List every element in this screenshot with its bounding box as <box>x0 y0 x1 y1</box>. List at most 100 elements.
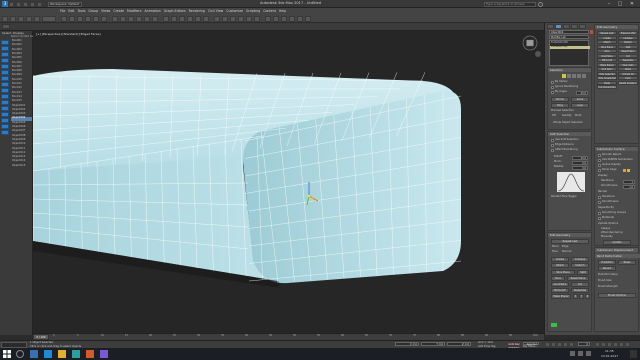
edge-distance-checkbox[interactable] <box>551 144 554 147</box>
selection-filter-icon[interactable] <box>42 15 56 22</box>
ribbon-toggle-icon[interactable] <box>2 24 10 29</box>
a360-cloud-icon[interactable] <box>305 15 311 22</box>
create-tab-icon[interactable] <box>547 24 554 29</box>
pan-icon[interactable] <box>613 342 618 347</box>
border-mode-icon[interactable] <box>572 74 576 78</box>
full-interactivity-button[interactable]: Full Interactivity <box>597 85 617 89</box>
notifications-icon[interactable] <box>630 350 637 358</box>
element-mode-icon[interactable] <box>582 74 586 78</box>
task-view-icon[interactable] <box>30 350 38 358</box>
shaded-face-toggle[interactable]: Shaded Face Toggle <box>551 195 577 199</box>
percent-snap-icon[interactable] <box>171 15 177 22</box>
cage-selected-color-swatch[interactable] <box>627 169 630 172</box>
viewport-label[interactable]: [+] [Perspective] [Standard] [Edged Face… <box>36 33 101 36</box>
clock-date[interactable]: 13.01.2017 <box>601 354 618 358</box>
new-icon[interactable] <box>9 1 14 7</box>
edit-named-selection-icon[interactable] <box>187 15 193 22</box>
steering-wheel-icon[interactable] <box>535 51 541 57</box>
unhide-all-button[interactable]: Unhide All <box>618 71 638 76</box>
angle-spinner[interactable]: 45.0 <box>576 91 588 95</box>
timeline[interactable]: 0 / 100 0 5 10 15 20 25 30 35 40 45 50 55 60 65 70 75 80… <box>33 333 544 340</box>
render-production-icon[interactable] <box>289 15 295 22</box>
toggle-scene-explorer-icon[interactable] <box>222 15 228 22</box>
next-frame-icon[interactable] <box>563 342 568 347</box>
push-pull-button[interactable]: Push/Pull <box>598 260 616 265</box>
preserve-uvs-button[interactable]: Preserve UVs <box>618 31 638 35</box>
msmooth-button[interactable]: MSmooth <box>551 288 569 293</box>
undo-icon[interactable] <box>30 1 35 7</box>
render-smoothness-checkbox[interactable] <box>598 201 601 204</box>
quickslice-button[interactable]: QuickSlice <box>597 53 617 58</box>
help-icon[interactable] <box>538 1 543 7</box>
relax-button[interactable]: Relax <box>618 67 638 71</box>
split-button[interactable]: Split <box>577 270 589 275</box>
shrink-button[interactable]: Shrink <box>551 97 569 102</box>
spinner-snap-icon[interactable] <box>179 15 185 22</box>
detach-button[interactable]: Detach <box>618 40 638 44</box>
maximize-viewport-icon[interactable] <box>625 342 630 347</box>
link-icon[interactable] <box>18 15 24 22</box>
constraint-face-option[interactable]: Face <box>552 250 558 254</box>
cut-button[interactable]: Cut <box>618 53 638 58</box>
stack-item-editable-poly[interactable]: Editable Poly <box>550 45 590 49</box>
curve-editor-icon[interactable] <box>246 15 252 22</box>
soft-selection-title[interactable]: Soft Selection <box>548 132 591 136</box>
by-vertex-checkbox[interactable] <box>551 81 554 84</box>
rectangle-selection-icon[interactable] <box>77 15 83 22</box>
edge-browser-icon[interactable] <box>44 350 52 358</box>
3ds-max-taskbar-icon[interactable] <box>72 350 80 358</box>
toggle-ribbon-icon[interactable] <box>238 15 244 22</box>
use-soft-selection-checkbox[interactable] <box>551 139 554 142</box>
pivot-center-icon[interactable] <box>128 15 134 22</box>
display-tab-icon[interactable] <box>579 24 586 29</box>
copy-button[interactable]: Copy <box>618 76 638 80</box>
zoom-extents-icon[interactable] <box>607 342 612 347</box>
grow-button[interactable]: Grow <box>571 97 589 102</box>
named-selection-sets-icon[interactable] <box>195 15 201 22</box>
split-button[interactable]: Split <box>618 44 638 49</box>
go-to-start-icon[interactable] <box>545 342 550 347</box>
save-icon[interactable] <box>23 1 28 7</box>
align-icon[interactable] <box>214 15 220 22</box>
app2-taskbar-icon[interactable] <box>100 350 108 358</box>
window-crossing-icon[interactable] <box>85 15 91 22</box>
bind-space-warp-icon[interactable] <box>34 15 40 22</box>
object-color-swatch[interactable] <box>590 30 593 34</box>
file-explorer-icon[interactable] <box>58 350 66 358</box>
select-manipulate-icon[interactable] <box>136 15 142 22</box>
zoom-icon[interactable] <box>595 342 600 347</box>
undo-icon[interactable] <box>2 15 8 22</box>
loop-button[interactable]: Loop <box>571 103 589 108</box>
brush-options-button[interactable]: Brush Options <box>598 293 636 298</box>
go-to-end-icon[interactable] <box>569 342 574 347</box>
tray-icon[interactable] <box>570 351 575 356</box>
ignore-backfacing-checkbox[interactable] <box>551 86 554 89</box>
cage-color-swatch[interactable] <box>623 169 626 172</box>
maximize-button[interactable]: □ <box>615 0 625 8</box>
volume-icon[interactable] <box>586 351 591 356</box>
detach-button[interactable]: Detach <box>571 263 589 268</box>
green-status-swatch[interactable] <box>551 323 557 327</box>
update-button[interactable]: Update <box>603 240 631 245</box>
constraint-none-option[interactable]: None <box>552 245 559 249</box>
relax-button[interactable]: Relax <box>618 260 636 265</box>
paste-button[interactable]: Paste <box>597 80 617 85</box>
msmooth-button[interactable]: MSmooth <box>597 58 617 62</box>
attach-button[interactable]: Attach <box>597 40 617 44</box>
network-icon[interactable] <box>578 351 583 356</box>
delete-isolated-vertices-button[interactable]: Delete Isolated Vertices <box>618 80 638 85</box>
repeat-last-button[interactable]: Repeat Last <box>597 31 617 35</box>
preview-multi-option[interactable]: Multi <box>575 114 581 118</box>
toggle-layer-explorer-icon[interactable] <box>230 15 236 22</box>
windows-start-icon[interactable] <box>3 350 11 358</box>
hide-selected-button[interactable]: Hide Selected <box>597 71 617 76</box>
select-scale-icon[interactable] <box>112 15 118 22</box>
isoline-display-checkbox[interactable] <box>598 164 601 167</box>
slice-button[interactable]: Slice <box>551 276 565 281</box>
view-align-button[interactable]: View Align <box>618 62 638 67</box>
use-nurms-checkbox[interactable] <box>598 159 601 162</box>
polygon-mode-icon[interactable] <box>577 74 581 78</box>
subdivision-displacement-title[interactable]: Subdivision Displacement <box>595 248 638 252</box>
repeat-last-button[interactable]: Repeat Last <box>551 239 589 244</box>
workspace-dropdown[interactable]: Workspace: Default <box>48 1 82 7</box>
